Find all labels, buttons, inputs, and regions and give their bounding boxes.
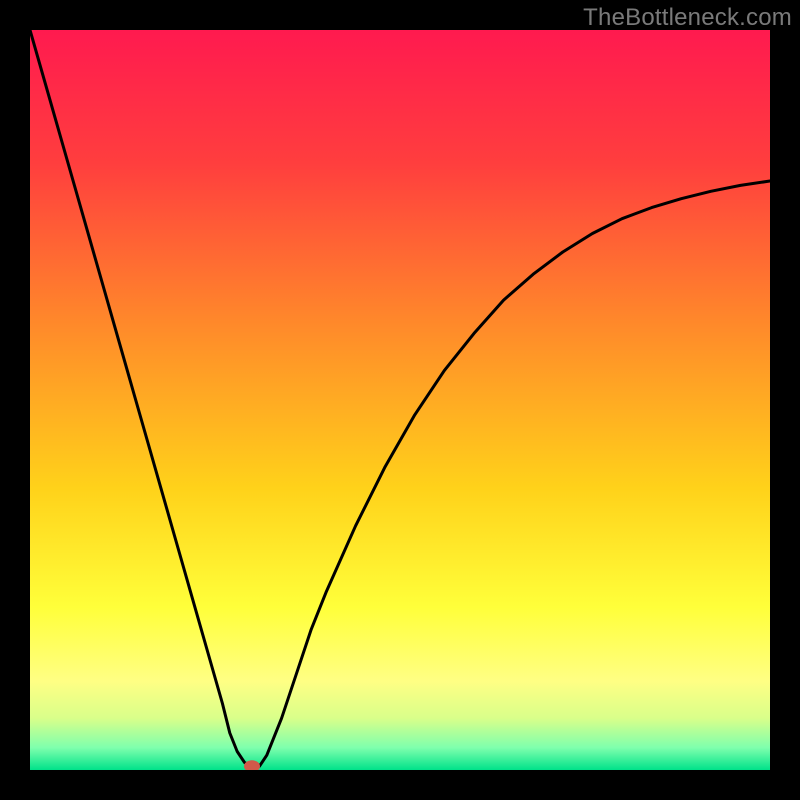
watermark-text: TheBottleneck.com xyxy=(583,4,792,32)
chart-svg xyxy=(30,30,770,770)
chart-frame: TheBottleneck.com xyxy=(0,0,800,800)
gradient-background xyxy=(30,30,770,770)
plot-area xyxy=(30,30,770,770)
